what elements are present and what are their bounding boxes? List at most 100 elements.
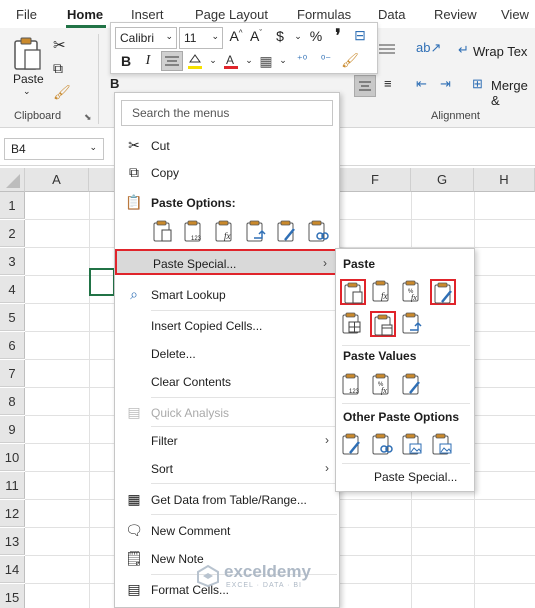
format-painter-icon[interactable]: 🖌	[341, 52, 359, 69]
font-name-box[interactable]: Calibri ⌄	[115, 27, 177, 49]
font-size-box[interactable]: 11 ⌄	[179, 27, 223, 49]
paste-option-link-icon[interactable]	[306, 219, 329, 243]
wrap-text-label[interactable]: Wrap Tex	[473, 44, 527, 59]
select-all-corner[interactable]	[0, 168, 25, 192]
borders-icon[interactable]: ▦	[257, 53, 275, 70]
menu-item-sort[interactable]: Sort ›	[115, 456, 339, 482]
paste-special-no-borders-icon[interactable]	[340, 311, 366, 337]
orientation-icon[interactable]: ab↗	[416, 40, 441, 56]
column-header-b[interactable]	[89, 168, 115, 192]
menu-item-paste-special[interactable]: Paste Special... ›	[115, 249, 339, 275]
column-header-g[interactable]: G	[411, 168, 474, 192]
format-table-icon[interactable]: ⊟	[351, 27, 369, 44]
wrap-text-icon[interactable]: ↵	[458, 42, 469, 58]
align-center-button[interactable]	[161, 51, 183, 71]
menu-search-input[interactable]: Search the menus	[121, 100, 333, 126]
paste-special-paste-link-icon[interactable]	[370, 432, 396, 458]
font-color-icon[interactable]: A	[223, 52, 239, 70]
name-box[interactable]: B4 ⌄	[4, 138, 104, 160]
shrink-font-icon[interactable]: Aˇ	[247, 28, 265, 44]
percent-icon[interactable]: %	[307, 28, 325, 44]
paste-special-formulas-number-format-icon[interactable]: % fx	[400, 279, 426, 305]
paste-special-linked-picture-icon[interactable]	[430, 432, 456, 458]
menu-item-copy[interactable]: ⧉ Copy	[115, 160, 339, 186]
bold-icon[interactable]: B	[117, 53, 135, 69]
tab-data[interactable]: Data	[378, 7, 405, 22]
currency-icon[interactable]: $	[271, 28, 289, 44]
row-header-14[interactable]: 14	[0, 556, 25, 583]
menu-item-clear-contents[interactable]: Clear Contents	[115, 369, 339, 395]
paste-button-label[interactable]: Paste	[13, 72, 44, 86]
scissors-icon[interactable]: ✂	[53, 36, 66, 54]
column-header-a[interactable]: A	[25, 168, 89, 192]
tab-page-layout[interactable]: Page Layout	[195, 7, 268, 22]
menu-item-insert-copied-cells[interactable]: Insert Copied Cells...	[115, 313, 339, 339]
column-header-h[interactable]: H	[474, 168, 535, 192]
row-header-9[interactable]: 9	[0, 416, 25, 443]
row-header-11[interactable]: 11	[0, 472, 25, 499]
tab-view[interactable]: View	[501, 7, 529, 22]
submenu-paste-special-link[interactable]: Paste Special...	[374, 470, 457, 484]
fill-color-icon[interactable]	[187, 52, 203, 70]
menu-item-new-comment[interactable]: 🗨 New Comment	[115, 518, 339, 544]
grow-font-icon[interactable]: A^	[227, 28, 245, 44]
paste-special-paste-icon[interactable]	[340, 279, 366, 305]
paste-special-keep-column-widths-icon[interactable]	[370, 311, 396, 337]
menu-item-delete[interactable]: Delete...	[115, 341, 339, 367]
merge-label[interactable]: Merge &	[491, 78, 535, 108]
paste-special-values-icon[interactable]: 123	[340, 372, 366, 398]
paste-special-formatting-icon[interactable]	[340, 432, 366, 458]
row-header-7[interactable]: 7	[0, 360, 25, 387]
align-right-icon[interactable]: ≡	[384, 76, 392, 91]
increase-decimal-icon[interactable]: ⁺⁰	[293, 53, 311, 66]
paste-option-paste-icon[interactable]	[151, 219, 173, 243]
row-header-10[interactable]: 10	[0, 444, 25, 471]
paste-option-transpose-icon[interactable]	[244, 219, 266, 243]
chevron-down-icon[interactable]: ⌄	[289, 31, 307, 42]
tab-formulas[interactable]: Formulas	[297, 7, 351, 22]
align-lines-icon[interactable]	[378, 42, 396, 56]
selected-cell-b4[interactable]	[89, 268, 115, 296]
decrease-indent-icon[interactable]: ⇤	[416, 76, 427, 92]
row-header-13[interactable]: 13	[0, 528, 25, 555]
paste-special-formulas-icon[interactable]: fx	[370, 279, 396, 305]
paste-special-values-source-formatting-icon[interactable]	[400, 372, 426, 398]
chevron-down-icon[interactable]: ⌄	[204, 55, 222, 66]
row-header-3[interactable]: 3	[0, 248, 25, 275]
center-align-icon[interactable]	[354, 75, 376, 97]
decrease-decimal-icon[interactable]: ⁰⁻	[317, 53, 335, 66]
comma-style-icon[interactable]: ❜	[329, 26, 347, 46]
menu-item-get-data[interactable]: ▦ Get Data from Table/Range...	[115, 487, 339, 513]
row-header-6[interactable]: 6	[0, 332, 25, 359]
increase-indent-icon[interactable]: ⇥	[440, 76, 451, 92]
chevron-down-icon[interactable]: ⌄	[240, 55, 258, 66]
tab-review[interactable]: Review	[434, 7, 477, 22]
paste-icon[interactable]	[12, 36, 46, 72]
bold-icon[interactable]: B	[110, 76, 119, 91]
row-header-5[interactable]: 5	[0, 304, 25, 331]
format-painter-icon[interactable]: 🖌	[53, 84, 71, 101]
column-header-f[interactable]: F	[340, 168, 411, 192]
row-header-8[interactable]: 8	[0, 388, 25, 415]
merge-icon[interactable]: ⊞	[472, 76, 483, 92]
tab-insert[interactable]: Insert	[131, 7, 164, 22]
chevron-down-icon[interactable]: ⌄	[23, 86, 31, 97]
row-header-1[interactable]: 1	[0, 192, 25, 219]
chevron-down-icon[interactable]: ⌄	[274, 55, 292, 66]
row-header-2[interactable]: 2	[0, 220, 25, 247]
row-header-4[interactable]: 4	[0, 276, 25, 303]
paste-special-picture-icon[interactable]	[400, 432, 426, 458]
menu-item-smart-lookup[interactable]: ⌕ Smart Lookup	[115, 282, 339, 308]
paste-special-values-number-format-icon[interactable]: % fx	[370, 372, 396, 398]
paste-option-formulas-icon[interactable]: fx	[213, 219, 235, 243]
paste-option-formatting-icon[interactable]	[275, 219, 297, 243]
copy-icon[interactable]: ⧉	[53, 60, 63, 77]
menu-item-filter[interactable]: Filter ›	[115, 428, 339, 454]
paste-special-keep-source-formatting-icon[interactable]	[430, 279, 456, 305]
tab-file[interactable]: File	[16, 7, 37, 22]
italic-icon[interactable]: I	[139, 53, 157, 69]
row-header-12[interactable]: 12	[0, 500, 25, 527]
dialog-launcher-icon[interactable]: ⬊	[84, 112, 92, 123]
paste-option-values-icon[interactable]: 123	[182, 219, 204, 243]
tab-home[interactable]: Home	[67, 7, 103, 22]
